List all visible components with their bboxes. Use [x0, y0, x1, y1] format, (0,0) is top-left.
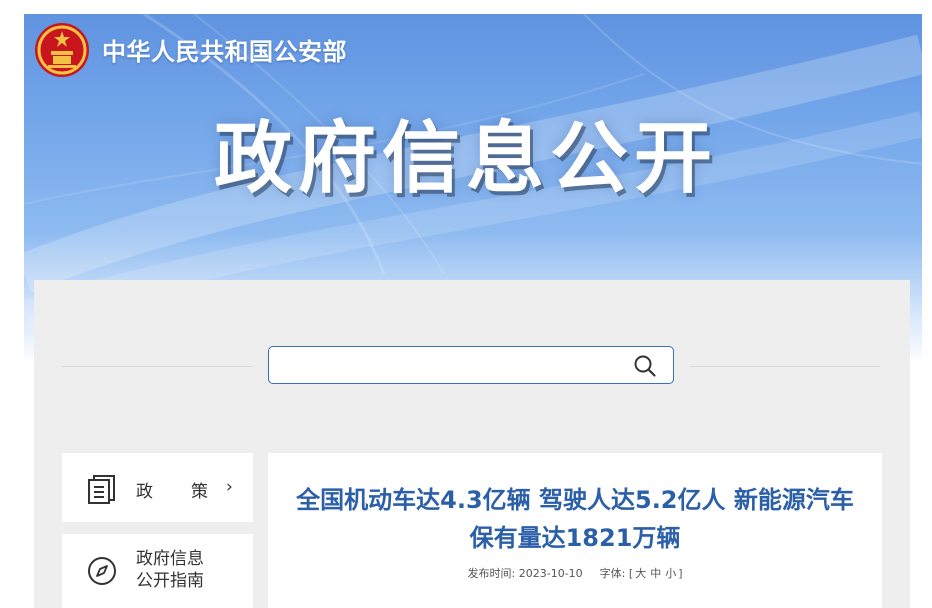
search-icon[interactable] — [633, 354, 657, 378]
font-size-small-button[interactable]: 小 — [665, 567, 676, 580]
policy-char-1: 政 — [136, 482, 153, 502]
article-meta: 发布时间: 2023-10-10 字体: [大中小] — [268, 565, 882, 581]
search-input[interactable] — [277, 353, 621, 379]
font-bracket-open: [ — [628, 567, 634, 580]
guide-label-line1: 政府信息 — [136, 549, 204, 569]
font-size-medium-button[interactable]: 中 — [650, 567, 661, 580]
article-card: 全国机动车达4.3亿辆 驾驶人达5.2亿人 新能源汽车 保有量达1821万辆 发… — [268, 453, 882, 608]
article-title-line1: 全国机动车达4.3亿辆 驾驶人达5.2亿人 新能源汽车 — [296, 486, 854, 514]
font-size-label: 字体: — [599, 567, 626, 580]
document-icon — [88, 475, 115, 504]
font-size-large-button[interactable]: 大 — [635, 567, 646, 580]
section-title: 政府信息公开 — [213, 114, 718, 204]
publish-label: 发布时间: — [467, 567, 516, 580]
font-bracket-close: ] — [678, 567, 683, 580]
search-divider-right — [690, 366, 880, 367]
sidebar-item-policy[interactable]: 政 策 › — [62, 453, 253, 522]
national-emblem-icon — [35, 23, 89, 77]
publish-date: 2023-10-10 — [518, 567, 583, 580]
compass-icon — [88, 557, 116, 585]
ministry-name[interactable]: 中华人民共和国公安部 — [102, 32, 347, 67]
search-divider-left — [62, 366, 252, 367]
guide-label-line2: 公开指南 — [136, 571, 204, 591]
sidebar-item-disclosure-guide[interactable]: 政府信息 公开指南 — [62, 534, 253, 608]
sidebar-item-label: 政府信息 公开指南 — [136, 548, 226, 592]
search-box — [268, 346, 674, 384]
article-title: 全国机动车达4.3亿辆 驾驶人达5.2亿人 新能源汽车 保有量达1821万辆 — [268, 481, 882, 557]
article-title-line2: 保有量达1821万辆 — [469, 524, 681, 552]
policy-char-2: 策 — [191, 482, 208, 502]
sidebar-item-label: 政 策 — [136, 477, 208, 502]
chevron-right-icon: › — [226, 477, 233, 497]
